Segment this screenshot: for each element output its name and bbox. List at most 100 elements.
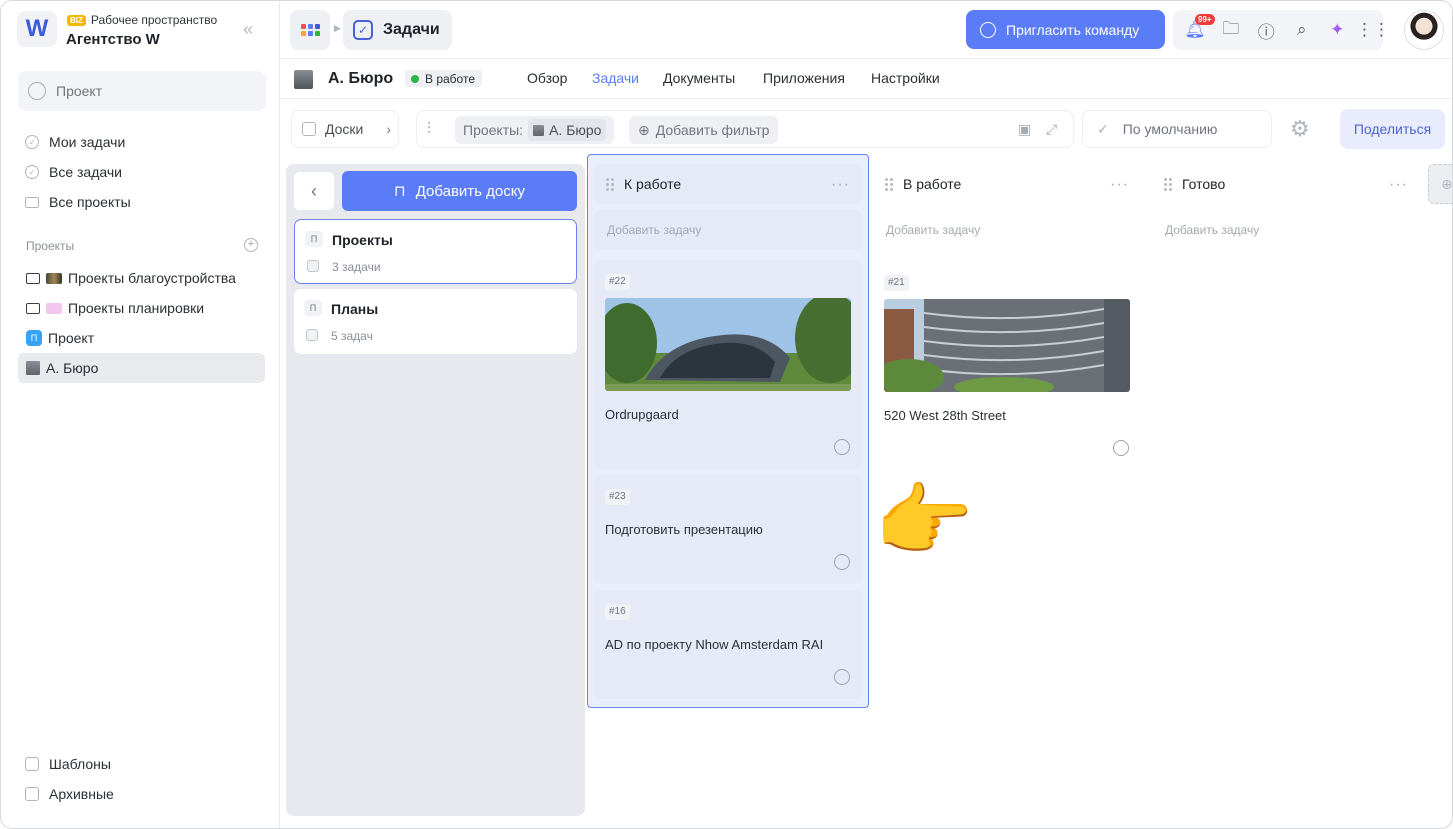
more-icon[interactable]: ··· bbox=[1110, 176, 1129, 194]
top-bar: ▶ ✓ Задачи Пригласить команду 🔔︎ 99+ 🗀 ⓘ … bbox=[280, 1, 1452, 59]
drag-handle-icon[interactable] bbox=[1164, 177, 1172, 191]
column-header[interactable]: В работе ··· bbox=[873, 164, 1141, 204]
task-title: Ordrupgaard bbox=[605, 407, 679, 422]
complete-toggle-icon[interactable] bbox=[1113, 440, 1129, 456]
nav-label: Шаблоны bbox=[49, 756, 111, 772]
building-icon bbox=[26, 361, 40, 375]
drag-handle-icon[interactable] bbox=[606, 177, 614, 191]
complete-toggle-icon[interactable] bbox=[834, 554, 850, 570]
more-icon[interactable]: ··· bbox=[831, 176, 850, 194]
board-task-count: 3 задачи bbox=[332, 260, 381, 274]
help-icon[interactable]: ⓘ bbox=[1257, 20, 1277, 42]
tasks-count-icon bbox=[307, 260, 319, 272]
sidebar-project-label: Проект bbox=[48, 330, 95, 346]
status-label: В работе bbox=[425, 71, 476, 86]
add-filter-button[interactable]: ⊕ Добавить фильтр bbox=[629, 116, 779, 144]
task-id: #16 bbox=[605, 604, 630, 620]
chevron-left-icon[interactable]: ‹ bbox=[294, 172, 334, 210]
expand-icon[interactable]: ⤢ bbox=[1046, 121, 1057, 138]
nav-templates[interactable]: Шаблоны bbox=[25, 756, 111, 772]
add-task-field[interactable]: Добавить задачу bbox=[873, 210, 1141, 250]
workspace-name[interactable]: Агентство W bbox=[66, 31, 160, 48]
breadcrumb-tasks[interactable]: ✓ Задачи bbox=[343, 10, 452, 50]
column-header[interactable]: Готово ··· bbox=[1152, 164, 1420, 204]
add-board-button[interactable]: ⊓ Добавить доску bbox=[342, 171, 577, 211]
filter-projects-label: Проекты: bbox=[463, 122, 524, 138]
more-icon[interactable]: ··· bbox=[1389, 176, 1408, 194]
task-card[interactable]: #22 Ordrupgaard bbox=[594, 260, 862, 469]
gear-icon[interactable]: ⚙ bbox=[1290, 116, 1310, 142]
sidebar-project-label: Проекты благоустройства bbox=[68, 270, 236, 286]
task-card[interactable]: #23 Подготовить презентацию bbox=[594, 475, 862, 584]
boards-toggle[interactable]: Доски › bbox=[291, 110, 399, 148]
task-card[interactable]: #16 AD по проекту Nhow Amsterdam RAI bbox=[594, 590, 862, 699]
tab-settings[interactable]: Настройки bbox=[871, 70, 940, 86]
view-select[interactable]: ✓ По умолчанию bbox=[1082, 110, 1272, 148]
tab-tasks[interactable]: Задачи bbox=[592, 70, 639, 86]
task-cover-image bbox=[605, 298, 851, 391]
status-badge[interactable]: В работе bbox=[405, 70, 483, 87]
column-title: К работе bbox=[624, 176, 682, 192]
projects-section-title: Проекты bbox=[26, 239, 75, 253]
nav-archive[interactable]: Архивные bbox=[25, 786, 114, 802]
sidebar-project-landscaping[interactable]: Проекты благоустройства bbox=[18, 263, 265, 293]
nav-label: Мои задачи bbox=[49, 134, 126, 150]
search-icon[interactable]: ⌕ bbox=[1292, 20, 1312, 40]
bell-icon[interactable]: 🔔︎ 99+ bbox=[1184, 14, 1215, 40]
sidebar-search[interactable] bbox=[18, 71, 266, 111]
task-title: Подготовить презентацию bbox=[605, 522, 763, 537]
invite-team-button[interactable]: Пригласить команду bbox=[966, 10, 1165, 49]
filter-sliders-icon[interactable]: ⫶ bbox=[427, 121, 431, 139]
save-icon[interactable]: ▣ bbox=[1018, 121, 1031, 138]
sparkle-icon[interactable]: ✦ bbox=[1328, 20, 1348, 40]
board-item-projects[interactable]: П Проекты 3 задачи bbox=[294, 219, 577, 284]
search-icon bbox=[28, 82, 46, 100]
add-task-field[interactable]: Добавить задачу bbox=[1152, 210, 1420, 250]
add-circle-icon: ⊕ bbox=[638, 121, 650, 138]
sidebar-project-planning[interactable]: Проекты планировки bbox=[18, 293, 265, 323]
drag-handle-icon[interactable] bbox=[885, 177, 893, 191]
column-todo[interactable]: К работе ··· Добавить задачу #22 Ordrupg… bbox=[587, 154, 869, 708]
board-badge: П bbox=[305, 231, 323, 247]
project-title: А. Бюро bbox=[328, 70, 394, 87]
complete-toggle-icon[interactable] bbox=[834, 439, 850, 455]
grid-icon[interactable]: ⋮⋮ bbox=[1356, 20, 1390, 40]
nav-my-tasks[interactable]: ✓ Мои задачи bbox=[25, 131, 125, 153]
folder-icon[interactable]: 🗀 bbox=[1221, 19, 1241, 40]
nav-all-tasks[interactable]: ✓ Все задачи bbox=[25, 161, 122, 183]
biz-badge: BIZ bbox=[67, 14, 86, 26]
complete-toggle-icon[interactable] bbox=[834, 669, 850, 685]
column-header[interactable]: К работе ··· bbox=[594, 164, 862, 204]
sidebar-project-label: Проекты планировки bbox=[68, 300, 205, 316]
project-filter-chip[interactable]: Проекты: А. Бюро bbox=[455, 116, 615, 144]
share-button[interactable]: Поделиться bbox=[1340, 109, 1445, 149]
tab-apps[interactable]: Приложения bbox=[763, 70, 845, 86]
archive-icon bbox=[25, 787, 39, 801]
avatar[interactable] bbox=[1404, 10, 1444, 50]
notifications-badge: 99+ bbox=[1195, 14, 1215, 25]
tab-overview[interactable]: Обзор bbox=[527, 70, 567, 86]
add-board-label: Добавить доску bbox=[415, 182, 525, 200]
nav-all-projects[interactable]: Все проекты bbox=[25, 191, 131, 213]
sidebar-search-input[interactable] bbox=[56, 83, 236, 99]
tab-documents[interactable]: Документы bbox=[663, 70, 735, 86]
task-card[interactable]: #21 520 West 28th Street bbox=[873, 261, 1141, 470]
collapse-sidebar-icon[interactable]: « bbox=[243, 19, 253, 40]
task-id: #23 bbox=[605, 489, 630, 505]
workspace-logo[interactable]: W bbox=[17, 11, 57, 47]
boards-panel: ‹ ⊓ Добавить доску П Проекты 3 задачи П … bbox=[286, 164, 585, 816]
sidebar-project-project[interactable]: П Проект bbox=[18, 323, 265, 353]
board-item-plans[interactable]: П Планы 5 задач bbox=[294, 289, 577, 354]
sidebar-project-label: А. Бюро bbox=[46, 360, 99, 376]
apps-grid-icon[interactable] bbox=[290, 10, 330, 50]
sidebar-project-a-buro[interactable]: А. Бюро bbox=[18, 353, 265, 383]
add-task-field[interactable]: Добавить задачу bbox=[594, 210, 862, 250]
task-title: 520 West 28th Street bbox=[884, 408, 1006, 423]
board-badge: П bbox=[304, 300, 322, 316]
add-project-icon[interactable]: + bbox=[244, 238, 258, 252]
task-cover-image bbox=[884, 299, 1130, 392]
top-icons: 🔔︎ 99+ 🗀 ⓘ ⌕ ✦ ⋮⋮ bbox=[1173, 10, 1390, 50]
status-dot bbox=[411, 74, 419, 83]
add-column-button[interactable]: ⊕ bbox=[1428, 164, 1452, 204]
project-header: А. Бюро В работе Обзор Задачи Документы … bbox=[280, 59, 1452, 99]
